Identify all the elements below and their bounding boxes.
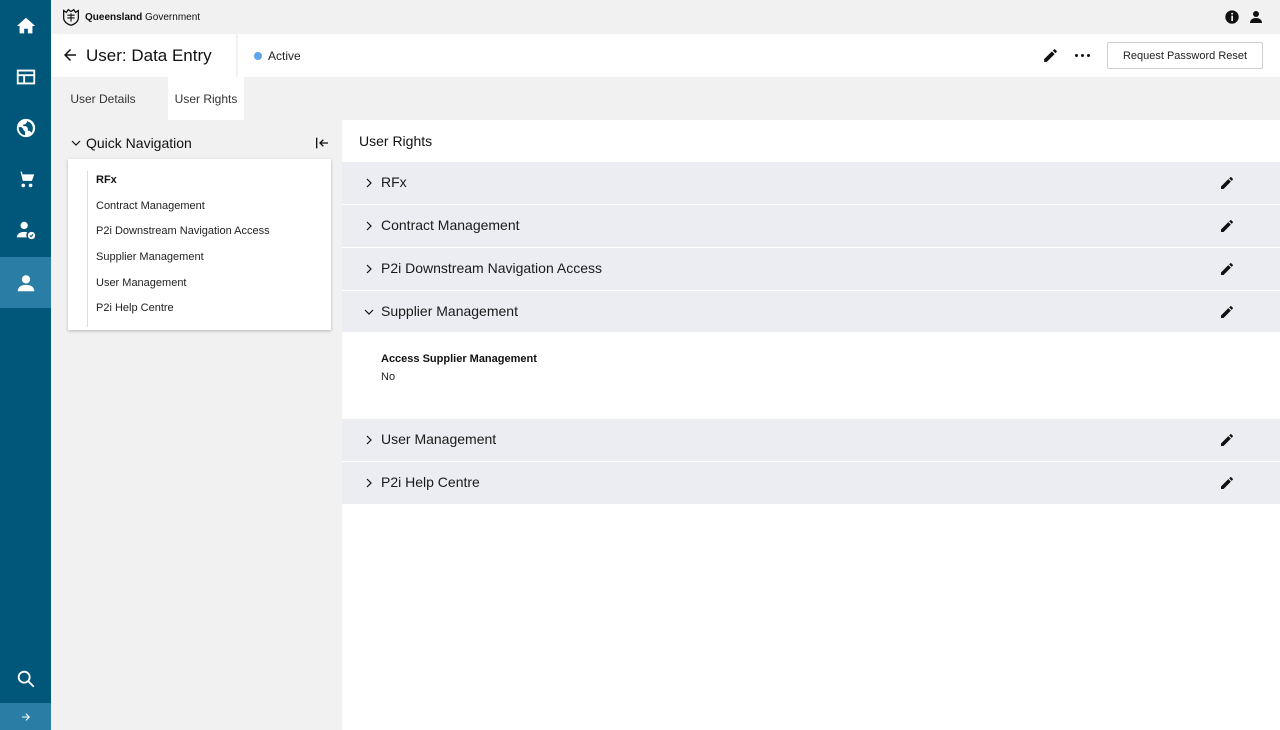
- home-nav-button[interactable]: [0, 0, 51, 51]
- queensland-government-logo: Queensland Government: [60, 6, 200, 28]
- more-options-icon[interactable]: [1072, 47, 1092, 64]
- dashboard-icon: [16, 69, 35, 84]
- status-text: Active: [268, 49, 301, 63]
- divider: [87, 171, 88, 327]
- quick-navigation-header: Quick Navigation: [70, 134, 332, 154]
- edit-pencil-icon[interactable]: [1219, 432, 1235, 448]
- globe-nav-button[interactable]: [0, 102, 51, 153]
- crest-icon: [63, 8, 79, 26]
- section-label: Supplier Management: [381, 303, 518, 319]
- profile-icon[interactable]: [1248, 9, 1264, 25]
- user-check-nav-button[interactable]: [0, 204, 51, 255]
- edit-pencil-icon[interactable]: [1219, 304, 1235, 320]
- dashboard-nav-button[interactable]: [0, 51, 51, 102]
- section-label: RFx: [381, 174, 407, 190]
- request-password-reset-button[interactable]: Request Password Reset: [1107, 42, 1263, 69]
- field-value: No: [381, 371, 396, 383]
- logo-rest-text: Government: [142, 11, 201, 23]
- divider: [236, 34, 238, 77]
- quick-nav-item-rfx[interactable]: RFx: [96, 174, 117, 186]
- search-icon: [17, 670, 34, 687]
- section-label: Contract Management: [381, 217, 520, 233]
- tab-user-rights[interactable]: User Rights: [168, 77, 244, 120]
- user-check-icon: [16, 221, 35, 239]
- side-rail: [0, 0, 51, 730]
- quick-nav-item-contract-management[interactable]: Contract Management: [96, 200, 205, 212]
- section-label: P2i Help Centre: [381, 474, 480, 490]
- quick-nav-item-supplier-management[interactable]: Supplier Management: [96, 251, 204, 263]
- chevron-down-icon: [364, 309, 374, 315]
- chevron-right-icon: [366, 478, 372, 488]
- quick-nav-item-p2i-downstream[interactable]: P2i Downstream Navigation Access: [96, 225, 270, 237]
- quick-navigation-list: RFx Contract Management P2i Downstream N…: [68, 159, 331, 330]
- tab-user-details[interactable]: User Details: [63, 77, 143, 120]
- search-nav-button[interactable]: [0, 653, 51, 704]
- cart-nav-button[interactable]: [0, 153, 51, 204]
- panel-title: User Rights: [359, 133, 433, 149]
- users-nav-button[interactable]: [0, 257, 51, 308]
- arrow-right-icon: [21, 712, 30, 721]
- field-label: Access Supplier Management: [381, 353, 537, 365]
- chevron-right-icon: [366, 435, 372, 445]
- chevron-right-icon: [366, 178, 372, 188]
- quick-navigation-title: Quick Navigation: [86, 135, 192, 151]
- page-header: User: Data Entry Active Request Password…: [51, 34, 1280, 77]
- user-rights-panel: User Rights RFx Contract Management P2i …: [342, 120, 1280, 730]
- expand-rail-button[interactable]: [0, 703, 51, 730]
- chevron-right-icon: [366, 221, 372, 231]
- home-icon: [16, 17, 35, 33]
- edit-pencil-icon[interactable]: [1219, 475, 1235, 491]
- quick-nav-item-help-centre[interactable]: P2i Help Centre: [96, 302, 174, 314]
- back-arrow-icon[interactable]: [61, 46, 79, 64]
- cart-icon: [17, 171, 34, 187]
- logo-bold-text: Queensland: [85, 11, 143, 23]
- status-badge: Active: [254, 49, 301, 63]
- edit-pencil-icon[interactable]: [1042, 47, 1059, 64]
- section-rfx[interactable]: RFx: [342, 162, 1280, 204]
- edit-pencil-icon[interactable]: [1219, 175, 1235, 191]
- section-user-management[interactable]: User Management: [342, 419, 1280, 461]
- chevron-right-icon: [366, 264, 372, 274]
- collapse-panel-icon[interactable]: [314, 135, 330, 151]
- user-icon: [17, 274, 34, 291]
- section-label: User Management: [381, 431, 497, 447]
- page-title: User: Data Entry: [86, 46, 212, 65]
- section-label: P2i Downstream Navigation Access: [381, 260, 602, 276]
- top-bar: Queensland Government: [51, 0, 1280, 34]
- edit-pencil-icon[interactable]: [1219, 261, 1235, 277]
- info-icon[interactable]: [1224, 9, 1240, 25]
- globe-icon: [16, 118, 35, 137]
- quick-nav-item-user-management[interactable]: User Management: [96, 277, 187, 289]
- section-contract-management[interactable]: Contract Management: [342, 205, 1280, 247]
- supplier-management-details: Access Supplier Management No: [342, 332, 1280, 418]
- edit-pencil-icon[interactable]: [1219, 218, 1235, 234]
- section-help-centre[interactable]: P2i Help Centre: [342, 462, 1280, 504]
- section-p2i-downstream[interactable]: P2i Downstream Navigation Access: [342, 248, 1280, 290]
- status-dot-icon: [254, 52, 262, 60]
- section-supplier-management[interactable]: Supplier Management: [342, 291, 1280, 333]
- chevron-down-icon[interactable]: [70, 137, 82, 149]
